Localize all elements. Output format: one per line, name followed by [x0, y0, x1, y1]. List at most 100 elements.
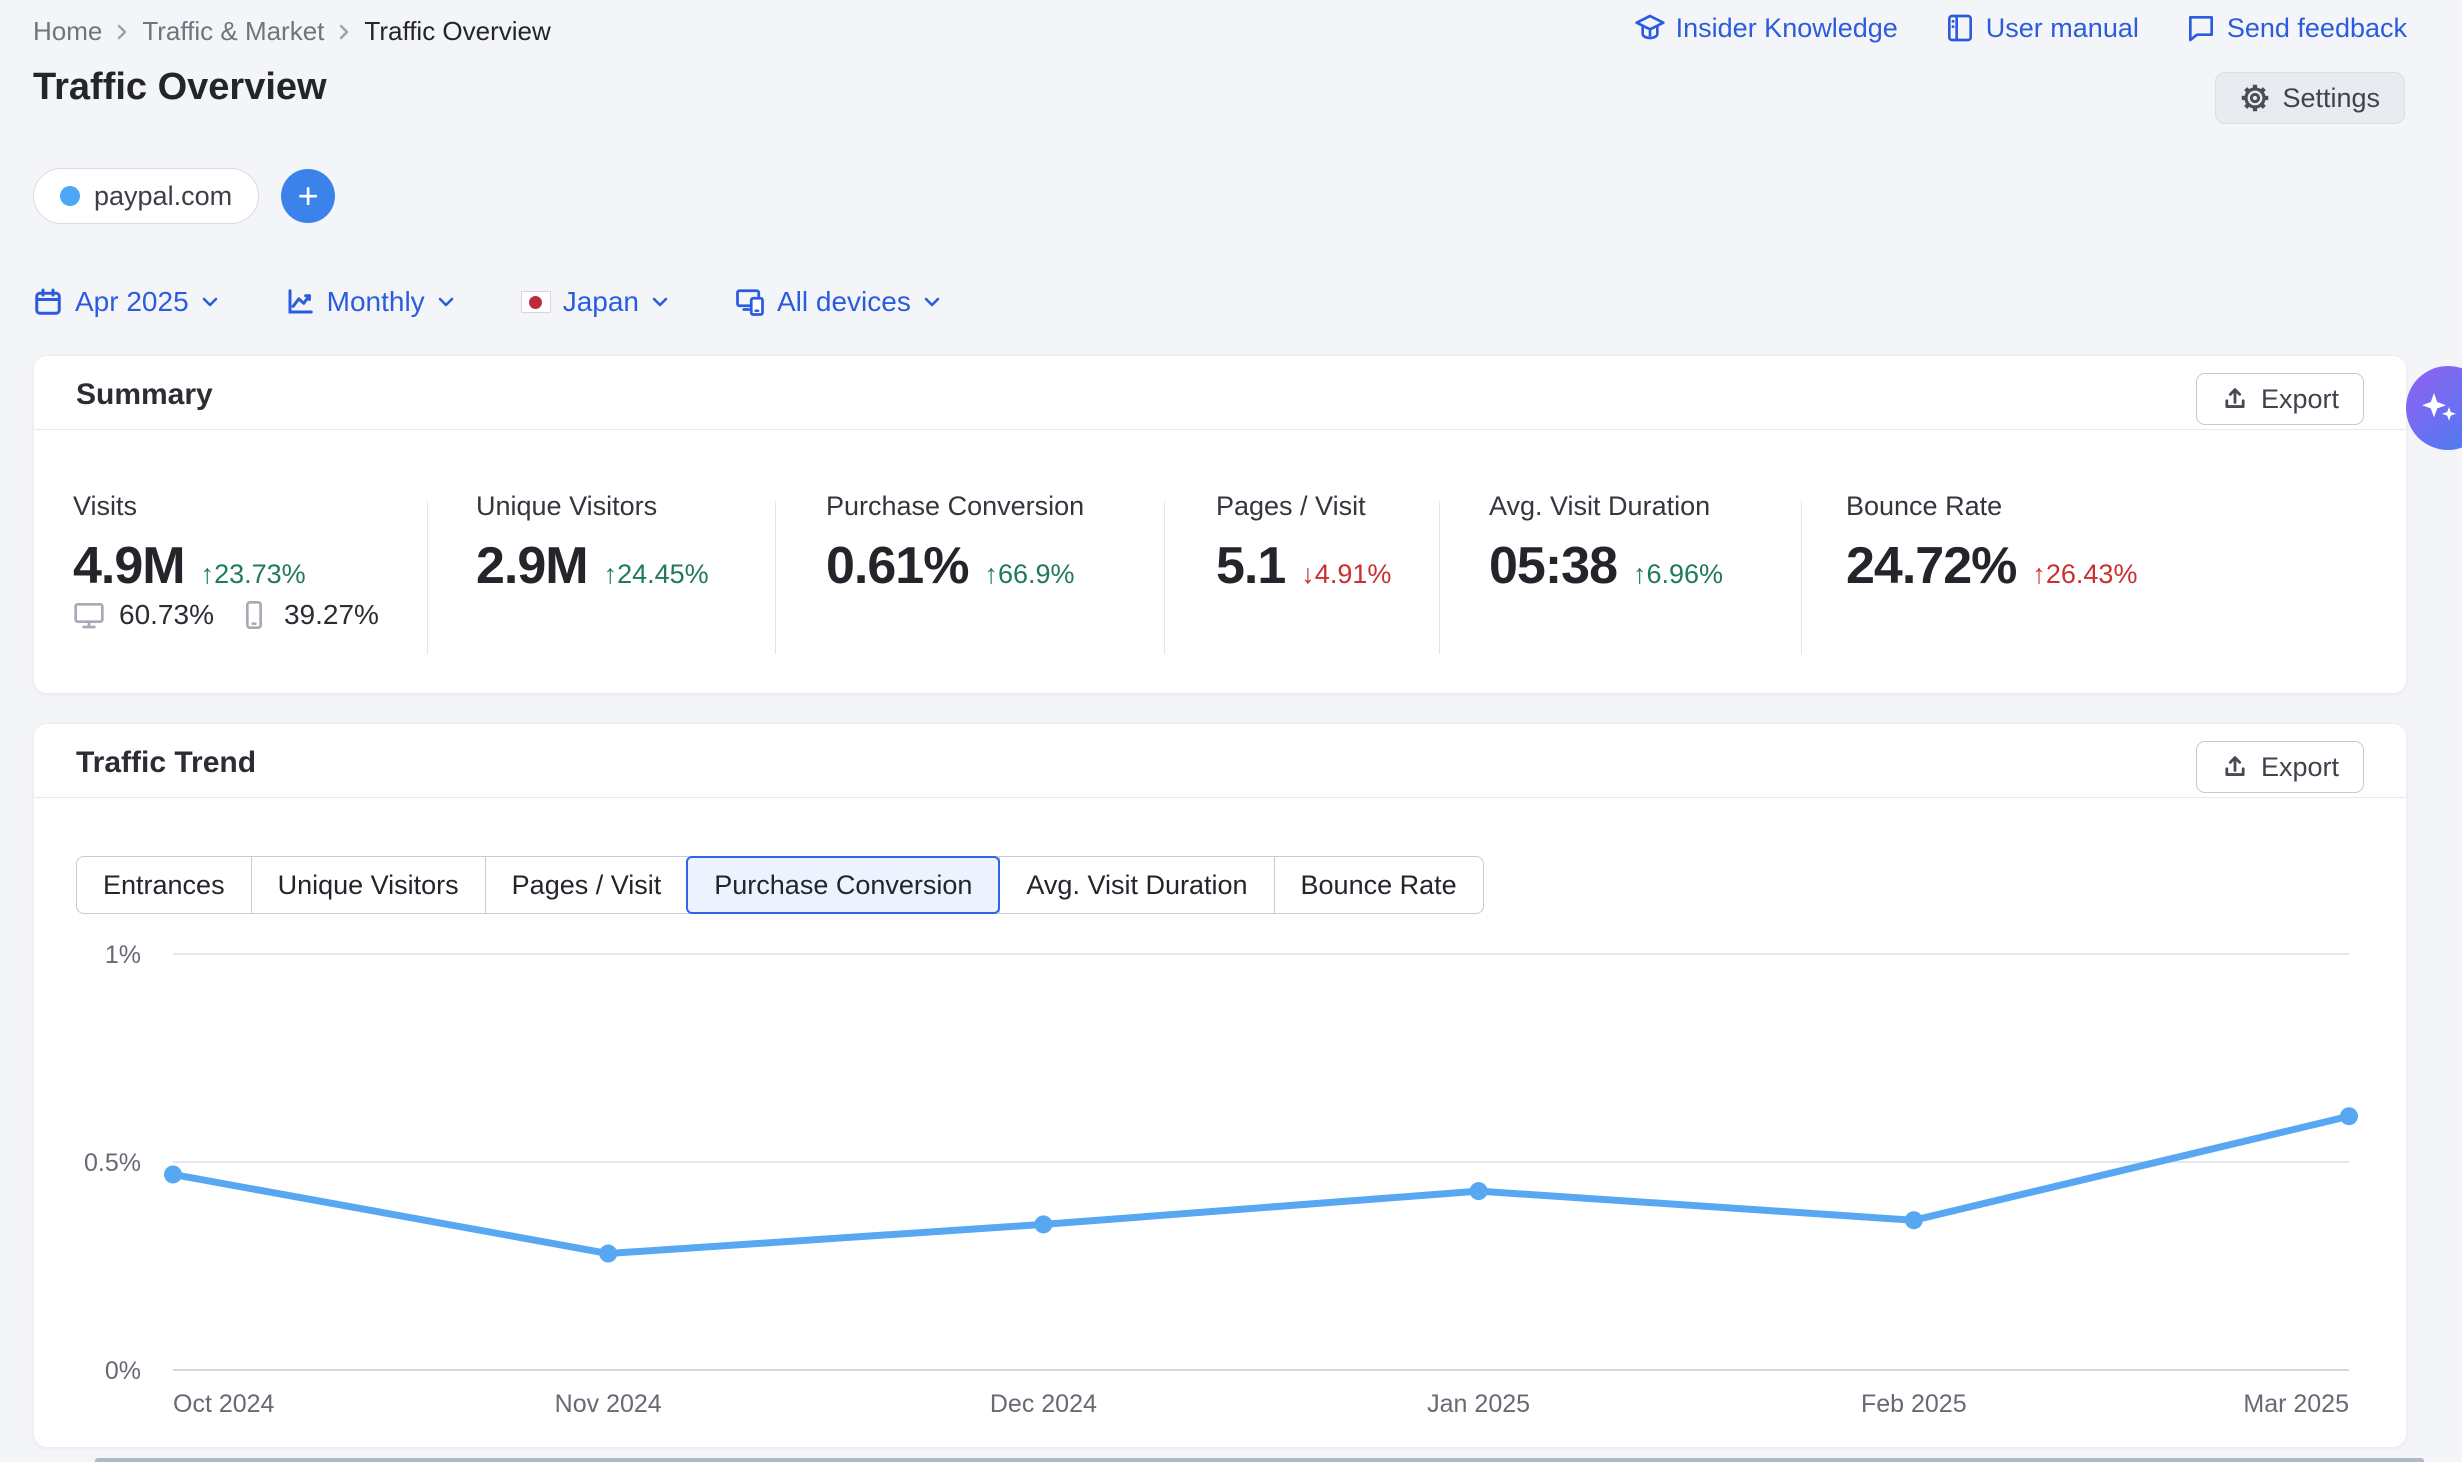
granularity-label: Monthly — [327, 286, 425, 318]
header-links: Insider Knowledge User manual Send feedb… — [1634, 12, 2407, 44]
metric-pages-visit: Pages / Visit 5.1 ↓4.91% — [1216, 491, 1391, 596]
x-tick-label: Mar 2025 — [2243, 1390, 2349, 1418]
granularity-filter[interactable]: Monthly — [285, 286, 455, 318]
metric-divider — [1439, 501, 1440, 654]
export-icon — [2221, 753, 2249, 781]
metric-value: 2.9M — [476, 536, 588, 596]
trend-title: Traffic Trend — [76, 746, 256, 780]
user-manual-label: User manual — [1986, 13, 2139, 44]
ai-assistant-button[interactable] — [2406, 366, 2462, 450]
mobile-share: 39.27% — [284, 599, 379, 631]
device-split: 60.73% 39.27% — [73, 599, 379, 631]
domain-color-dot — [60, 186, 80, 206]
metric-divider — [1801, 501, 1802, 654]
academy-cap-icon — [1634, 12, 1666, 44]
desktop-share: 60.73% — [119, 599, 214, 631]
filters-bar: Apr 2025 Monthly Japan All devices — [33, 286, 941, 318]
feedback-bubble-icon — [2185, 12, 2217, 44]
chart-point — [599, 1245, 617, 1263]
insider-knowledge-link[interactable]: Insider Knowledge — [1634, 12, 1898, 44]
add-competitor-button[interactable]: + — [281, 169, 335, 223]
y-tick-label: 0.5% — [84, 1149, 141, 1177]
chevron-down-icon — [651, 296, 669, 308]
metric-value: 5.1 — [1216, 536, 1285, 596]
insider-knowledge-label: Insider Knowledge — [1676, 13, 1898, 44]
summary-export-button[interactable]: Export — [2196, 373, 2364, 425]
metric-label: Purchase Conversion — [826, 491, 1084, 522]
summary-divider — [34, 429, 2406, 430]
x-tick-label: Oct 2024 — [173, 1390, 275, 1418]
tab-unique-visitors[interactable]: Unique Visitors — [251, 857, 485, 913]
metric-value: 24.72% — [1846, 536, 2016, 596]
summary-header: Summary Export — [34, 356, 2406, 429]
date-range-filter[interactable]: Apr 2025 — [33, 286, 219, 318]
metric-avg-visit-duration: Avg. Visit Duration 05:38 ↑6.96% — [1489, 491, 1723, 596]
summary-title: Summary — [76, 378, 213, 412]
metric-purchase-conversion: Purchase Conversion 0.61% ↑66.9% — [826, 491, 1084, 596]
trend-divider — [34, 797, 2406, 798]
trend-metric-tabs: Entrances Unique Visitors Pages / Visit … — [76, 856, 1484, 914]
metric-divider — [1164, 501, 1165, 654]
mobile-icon — [238, 599, 270, 631]
y-tick-label: 0% — [105, 1357, 141, 1385]
traffic-trend-card: Traffic Trend Export Entrances Unique Vi… — [33, 723, 2407, 1448]
metric-change: ↑26.43% — [2032, 559, 2137, 590]
x-tick-label: Dec 2024 — [990, 1390, 1097, 1418]
metric-change: ↑23.73% — [201, 559, 306, 590]
devices-label: All devices — [777, 286, 911, 318]
trend-export-label: Export — [2261, 752, 2339, 783]
chevron-down-icon — [923, 296, 941, 308]
tab-purchase-conversion[interactable]: Purchase Conversion — [686, 856, 1000, 914]
domain-chip[interactable]: paypal.com — [33, 168, 259, 224]
x-tick-label: Jan 2025 — [1427, 1390, 1530, 1418]
breadcrumb-home[interactable]: Home — [33, 16, 102, 47]
book-icon — [1944, 12, 1976, 44]
tab-pages-visit[interactable]: Pages / Visit — [485, 857, 688, 913]
metric-label: Bounce Rate — [1846, 491, 2137, 522]
devices-filter[interactable]: All devices — [735, 286, 941, 318]
breadcrumb-traffic-market[interactable]: Traffic & Market — [142, 16, 324, 47]
metric-label: Pages / Visit — [1216, 491, 1391, 522]
chevron-right-icon — [116, 23, 128, 41]
page-title: Traffic Overview — [33, 66, 327, 109]
desktop-icon — [73, 599, 105, 631]
settings-button[interactable]: Settings — [2215, 72, 2405, 124]
trend-chart: 0%0.5%1%Oct 2024Nov 2024Dec 2024Jan 2025… — [34, 931, 2408, 1431]
chart-point — [164, 1165, 182, 1183]
trend-line-icon — [285, 287, 315, 317]
x-tick-label: Nov 2024 — [555, 1390, 662, 1418]
metric-change: ↑6.96% — [1633, 559, 1723, 590]
export-icon — [2221, 385, 2249, 413]
tab-bounce-rate[interactable]: Bounce Rate — [1274, 857, 1483, 913]
metric-change: ↑66.9% — [984, 559, 1074, 590]
settings-label: Settings — [2282, 83, 2380, 114]
trend-line — [173, 1116, 2349, 1253]
metric-value: 0.61% — [826, 536, 968, 596]
chevron-right-icon — [338, 23, 350, 41]
summary-export-label: Export — [2261, 384, 2339, 415]
metric-change: ↓4.91% — [1301, 559, 1391, 590]
metric-bounce-rate: Bounce Rate 24.72% ↑26.43% — [1846, 491, 2137, 596]
chart-point — [1470, 1182, 1488, 1200]
metric-label: Visits — [73, 491, 306, 522]
metric-label: Unique Visitors — [476, 491, 709, 522]
send-feedback-link[interactable]: Send feedback — [2185, 12, 2407, 44]
bottom-edge — [95, 1458, 2424, 1462]
user-manual-link[interactable]: User manual — [1944, 12, 2139, 44]
chevron-down-icon — [201, 296, 219, 308]
tab-avg-visit-duration[interactable]: Avg. Visit Duration — [999, 857, 1273, 913]
metric-label: Avg. Visit Duration — [1489, 491, 1723, 522]
metric-unique-visitors: Unique Visitors 2.9M ↑24.45% — [476, 491, 709, 596]
region-filter[interactable]: Japan — [521, 286, 669, 318]
japan-flag-icon — [521, 291, 551, 313]
metric-divider — [427, 501, 428, 654]
target-row: paypal.com + — [33, 168, 335, 224]
x-tick-label: Feb 2025 — [1861, 1390, 1967, 1418]
sparkles-icon — [2416, 384, 2462, 432]
trend-export-button[interactable]: Export — [2196, 741, 2364, 793]
tab-entrances[interactable]: Entrances — [77, 857, 251, 913]
chart-point — [2340, 1107, 2358, 1125]
calendar-icon — [33, 287, 63, 317]
date-range-label: Apr 2025 — [75, 286, 189, 318]
metric-value: 4.9M — [73, 536, 185, 596]
